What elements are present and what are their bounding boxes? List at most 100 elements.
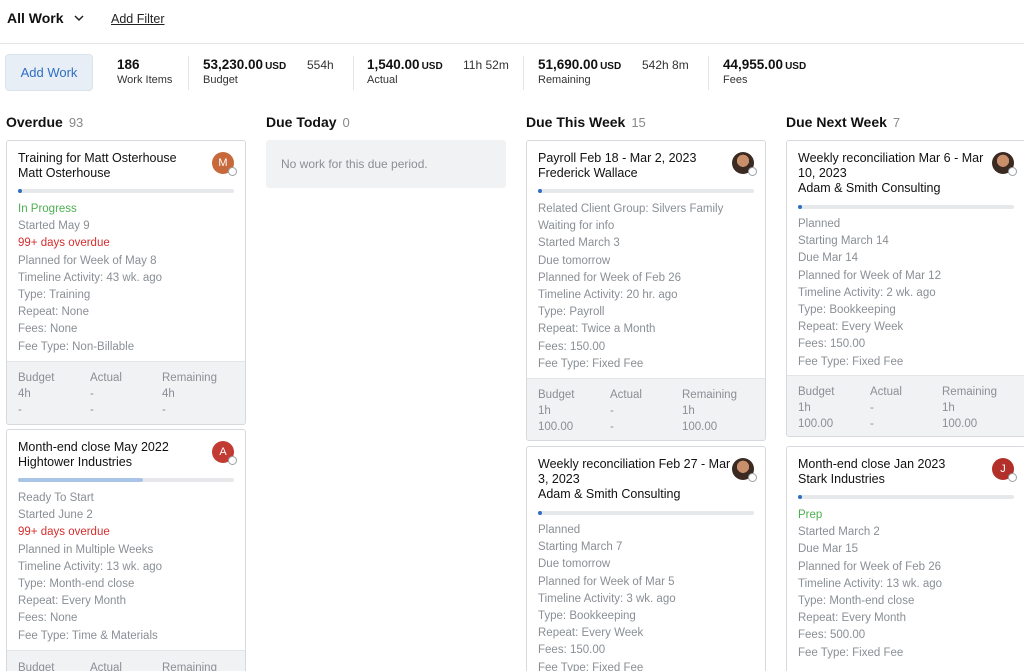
- work-title: Training for Matt Osterhouse: [18, 151, 177, 165]
- status-dot-icon: [748, 473, 757, 482]
- actual-label: Actual: [870, 386, 902, 398]
- client-name: Hightower Industries: [18, 455, 132, 469]
- avatar-initial: A: [219, 446, 227, 458]
- work-card[interactable]: Weekly reconciliation Feb 27 - Mar 3, 20…: [526, 446, 766, 671]
- budget-amount: 100.00: [798, 418, 834, 430]
- work-title: Month-end close May 2022: [18, 440, 169, 454]
- fees-text: Fees: None: [18, 323, 78, 336]
- view-selector[interactable]: All Work: [7, 10, 84, 26]
- stat-work-items: 186 Work Items: [117, 57, 172, 86]
- timeline-text: Timeline Activity: 43 wk. ago: [18, 271, 163, 284]
- started-text: Started March 2: [798, 526, 880, 539]
- column-header: Overdue 93: [6, 114, 83, 130]
- status-dot-icon: [228, 167, 237, 176]
- work-items-caption: Work Items: [117, 74, 173, 86]
- work-card[interactable]: Training for Matt Osterhouse Matt Osterh…: [6, 140, 246, 425]
- add-filter-link[interactable]: Add Filter: [111, 12, 165, 26]
- avatar[interactable]: A: [212, 441, 237, 465]
- remaining-unit: USD: [600, 61, 622, 72]
- work-title: Payroll Feb 18 - Mar 2, 2023: [538, 151, 697, 165]
- actual-unit: USD: [421, 61, 443, 72]
- fees-text: Fees: 150.00: [538, 340, 606, 353]
- timeline-text: Timeline Activity: 13 wk. ago: [798, 577, 943, 590]
- status-dot-icon: [1008, 167, 1017, 176]
- column-count: 93: [68, 115, 84, 130]
- divider: [353, 56, 354, 90]
- remaining-caption: Remaining: [538, 74, 591, 86]
- progress-bar: [18, 478, 234, 482]
- type-text: Type: Bookkeeping: [538, 609, 636, 622]
- timeline-text: Timeline Activity: 13 wk. ago: [18, 560, 163, 573]
- card-footer: Budget Actual Remaining 4h - 4h - - -: [7, 361, 245, 424]
- remaining-hours: 1h: [942, 402, 955, 414]
- repeat-text: Repeat: Twice a Month: [538, 323, 656, 336]
- card-footer: Budget Actual Remaining 1h - 1h 100.00 -…: [527, 378, 765, 440]
- status-text: Waiting for info: [538, 220, 615, 233]
- repeat-text: Repeat: Every Month: [18, 595, 127, 608]
- progress-fill: [798, 205, 803, 209]
- budget-value: 53,230.00: [203, 57, 264, 72]
- repeat-text: Repeat: Every Month: [798, 612, 907, 625]
- divider: [523, 56, 524, 90]
- progress-bar: [18, 189, 234, 193]
- budget-label: Budget: [18, 662, 55, 671]
- budget-label: Budget: [538, 389, 575, 401]
- budget-caption: Budget: [203, 74, 238, 86]
- work-card[interactable]: Month-end close May 2022 Hightower Indus…: [6, 429, 246, 671]
- actual-hours: -: [610, 405, 614, 417]
- progress-bar: [798, 205, 1014, 209]
- started-text: Started March 3: [538, 237, 620, 250]
- work-card[interactable]: Month-end close Jan 2023 Stark Industrie…: [786, 446, 1024, 671]
- avatar[interactable]: [732, 458, 757, 482]
- remaining-hours: 542h 8m: [642, 58, 689, 72]
- progress-bar: [538, 511, 754, 515]
- progress-fill: [538, 511, 543, 515]
- card-title: Month-end close May 2022 Hightower Indus…: [18, 440, 213, 470]
- avatar[interactable]: M: [212, 152, 237, 176]
- work-title: Weekly reconciliation Mar 6 - Mar 10, 20…: [798, 151, 984, 180]
- client-name: Adam & Smith Consulting: [538, 487, 681, 501]
- fee-type-text: Fee Type: Fixed Fee: [538, 357, 644, 370]
- empty-state: No work for this due period.: [266, 140, 506, 188]
- fee-type-text: Fee Type: Fixed Fee: [798, 355, 904, 368]
- fees-value: 44,955.00: [723, 57, 784, 72]
- progress-fill: [18, 478, 144, 482]
- column-count: 0: [342, 115, 350, 130]
- fee-type-text: Fee Type: Fixed Fee: [538, 661, 644, 671]
- actual-value: 1,540.00: [367, 57, 420, 72]
- avatar[interactable]: [992, 152, 1017, 176]
- column-title: Due Today: [266, 114, 337, 130]
- budget-hours: 4h: [18, 388, 31, 400]
- status-text: Prep: [798, 509, 823, 521]
- actual-label: Actual: [610, 389, 642, 401]
- type-text: Type: Month-end close: [798, 594, 915, 607]
- budget-hours: 1h: [538, 405, 551, 417]
- stat-actual: 1,540.00 USD 11h 52m Actual: [367, 57, 509, 86]
- divider: [708, 56, 709, 90]
- card-title: Payroll Feb 18 - Mar 2, 2023 Frederick W…: [538, 151, 733, 181]
- fees-text: Fees: 500.00: [798, 629, 866, 642]
- budget-amount: 100.00: [538, 421, 574, 433]
- timeline-text: Timeline Activity: 20 hr. ago: [538, 288, 678, 301]
- card-details: Planned Starting March 7 Due tomorrow Pl…: [538, 522, 676, 671]
- column-header: Due Next Week 7: [786, 114, 900, 130]
- add-work-button[interactable]: Add Work: [5, 54, 93, 91]
- avatar[interactable]: [732, 152, 757, 176]
- due-text: Due Mar 14: [798, 252, 859, 265]
- repeat-text: Repeat: Every Week: [798, 321, 904, 334]
- avatar[interactable]: J: [992, 458, 1017, 482]
- work-card[interactable]: Weekly reconciliation Mar 6 - Mar 10, 20…: [786, 140, 1024, 437]
- stat-fees: 44,955.00 USD Fees: [723, 57, 806, 86]
- card-title: Weekly reconciliation Mar 6 - Mar 10, 20…: [798, 151, 993, 196]
- card-title: Month-end close Jan 2023 Stark Industrie…: [798, 457, 993, 487]
- fees-caption: Fees: [723, 74, 748, 86]
- planned-text: Planned for Week of May 8: [18, 254, 157, 267]
- planned-text: Planned in Multiple Weeks: [18, 543, 154, 556]
- stat-remaining: 51,690.00 USD 542h 8m Remaining: [538, 57, 689, 86]
- work-title: Weekly reconciliation Feb 27 - Mar 3, 20…: [538, 457, 731, 486]
- planned-text: Planned for Week of Mar 5: [538, 575, 675, 588]
- client-name: Adam & Smith Consulting: [798, 181, 941, 195]
- progress-fill: [538, 189, 543, 193]
- actual-label: Actual: [90, 662, 122, 671]
- work-card[interactable]: Payroll Feb 18 - Mar 2, 2023 Frederick W…: [526, 140, 766, 441]
